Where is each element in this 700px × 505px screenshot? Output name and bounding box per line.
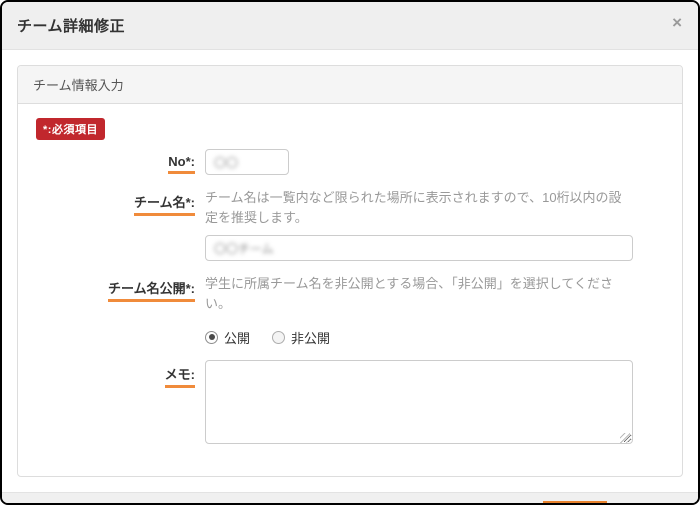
team-name-public-label: チーム名公開*:	[108, 278, 195, 302]
form-row-team-name: チーム名*: チーム名は一覧内など限られた場所に表示されますので、10桁以内の設…	[33, 188, 667, 261]
panel-body: *:必須項目 No*: 〇〇 チーム名*:	[18, 104, 682, 476]
modal-header: チーム詳細修正 ×	[2, 2, 698, 50]
modal-title: チーム詳細修正	[17, 15, 125, 36]
panel-heading: チーム情報入力	[18, 66, 682, 104]
memo-label: メモ:	[165, 364, 195, 388]
team-name-help: チーム名は一覧内など限られた場所に表示されますので、10桁以内の設定を推奨します…	[205, 188, 633, 228]
team-detail-edit-modal: チーム詳細修正 × チーム情報入力 *:必須項目 No*: 〇〇	[0, 0, 700, 505]
radio-checked-icon	[205, 331, 218, 344]
visibility-radio-group: 公開 非公開	[205, 322, 633, 347]
memo-textarea[interactable]	[205, 360, 633, 444]
form-row-memo: メモ:	[33, 360, 667, 449]
modal-body: チーム情報入力 *:必須項目 No*: 〇〇	[2, 50, 698, 492]
team-name-input[interactable]: 〇〇チーム	[205, 235, 633, 261]
no-input[interactable]: 〇〇	[205, 149, 289, 175]
required-fields-badge: *:必須項目	[36, 118, 105, 140]
team-name-label: チーム名*:	[134, 192, 195, 216]
team-info-panel: チーム情報入力 *:必須項目 No*: 〇〇	[17, 65, 683, 477]
team-name-public-help: 学生に所属チーム名を非公開とする場合、「非公開」を選択してください。	[205, 274, 633, 314]
no-masked-value: 〇〇	[214, 154, 238, 171]
radio-option-private[interactable]: 非公開	[272, 328, 330, 347]
no-label: No*:	[168, 154, 195, 174]
highlight-annotation-box: 修正	[543, 501, 607, 505]
form-row-team-name-public: チーム名公開*: 学生に所属チーム名を非公開とする場合、「非公開」を選択してくだ…	[33, 274, 667, 346]
team-name-masked-value: 〇〇チーム	[214, 240, 274, 257]
radio-option-public[interactable]: 公開	[205, 328, 250, 347]
modal-footer: 修正 閉じる	[2, 492, 698, 505]
close-icon[interactable]: ×	[672, 14, 682, 31]
form-row-no: No*: 〇〇	[33, 149, 667, 175]
radio-unchecked-icon	[272, 331, 285, 344]
